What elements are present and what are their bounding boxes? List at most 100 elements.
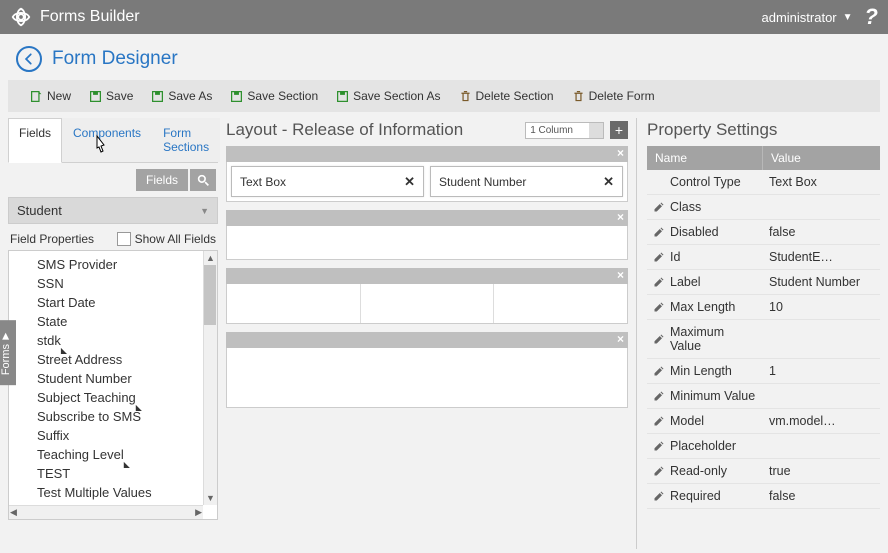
field-list-item[interactable]: Teaching Level bbox=[35, 445, 217, 464]
show-all-fields-checkbox[interactable]: Show All Fields bbox=[117, 232, 216, 246]
field-list-item[interactable]: Suffix bbox=[35, 426, 217, 445]
field-list-item[interactable]: Street Address bbox=[35, 350, 217, 369]
property-row[interactable]: Max Length10 bbox=[647, 295, 880, 320]
layout-header: Layout - Release of Information 1 Column… bbox=[226, 118, 628, 146]
field-list-item[interactable]: TEST bbox=[35, 464, 217, 483]
layout-canvas: Layout - Release of Information 1 Column… bbox=[226, 118, 628, 549]
horizontal-scrollbar[interactable]: ◀ ▶ bbox=[9, 505, 203, 519]
edit-icon bbox=[653, 251, 665, 263]
edit-icon bbox=[653, 490, 665, 502]
close-icon[interactable]: × bbox=[617, 268, 624, 282]
property-row[interactable]: IdStudentE… bbox=[647, 245, 880, 270]
edit-icon bbox=[653, 226, 665, 238]
edit-icon bbox=[653, 465, 665, 477]
field-list: SMS ProviderSSNStart DateStatestdkStreet… bbox=[8, 250, 218, 520]
user-menu[interactable]: administrator ▼ bbox=[762, 10, 853, 25]
property-row[interactable]: Read-onlytrue bbox=[647, 459, 880, 484]
close-icon[interactable]: × bbox=[617, 210, 624, 224]
forms-side-tab[interactable]: Forms ▶ bbox=[0, 320, 16, 385]
back-button[interactable] bbox=[16, 46, 42, 72]
checkbox-icon bbox=[117, 232, 131, 246]
chevron-down-icon: ▼ bbox=[200, 206, 209, 216]
panel-tabs: Fields Components Form Sections bbox=[8, 118, 218, 163]
edit-icon bbox=[653, 365, 665, 377]
property-row[interactable]: Minimum Value bbox=[647, 384, 880, 409]
scroll-down-icon[interactable]: ▼ bbox=[204, 491, 217, 505]
property-row[interactable]: Requiredfalse bbox=[647, 484, 880, 509]
field-box-student-number[interactable]: Student Number ✕ bbox=[430, 166, 623, 197]
scroll-left-icon[interactable]: ◀ bbox=[10, 507, 17, 518]
arrow-left-icon bbox=[22, 52, 36, 66]
scroll-right-icon[interactable]: ▶ bbox=[195, 507, 202, 518]
tab-fields[interactable]: Fields bbox=[8, 118, 62, 163]
remove-field-icon[interactable]: ✕ bbox=[603, 174, 614, 190]
property-row[interactable]: Class bbox=[647, 195, 880, 220]
save-as-button[interactable]: Save As bbox=[143, 84, 220, 108]
property-row[interactable]: Min Length1 bbox=[647, 359, 880, 384]
scroll-up-icon[interactable]: ▲ bbox=[204, 251, 217, 265]
help-icon[interactable]: ? bbox=[865, 4, 878, 30]
edit-icon bbox=[653, 276, 665, 288]
remove-field-icon[interactable]: ✕ bbox=[404, 174, 415, 190]
app-title: Forms Builder bbox=[40, 8, 762, 26]
columns-select[interactable]: 1 Column bbox=[525, 122, 590, 139]
edit-icon bbox=[653, 301, 665, 313]
field-properties-header: Field Properties Show All Fields bbox=[8, 224, 218, 250]
scroll-thumb[interactable] bbox=[204, 265, 216, 325]
field-list-item[interactable]: Test Multiple Values bbox=[35, 483, 217, 502]
close-icon[interactable]: × bbox=[617, 332, 624, 346]
app-topbar: Forms Builder administrator ▼ ? bbox=[0, 0, 888, 34]
new-button[interactable]: New bbox=[22, 84, 79, 108]
chevron-right-icon: ▶ bbox=[1, 330, 11, 340]
field-list-item[interactable]: SMS Provider bbox=[35, 255, 217, 274]
new-icon bbox=[30, 90, 43, 103]
field-list-item[interactable]: Subject Teaching bbox=[35, 388, 217, 407]
layout-section[interactable]: × Text Box ✕ Student Number ✕ bbox=[226, 146, 628, 202]
save-section-button[interactable]: Save Section bbox=[222, 84, 326, 108]
field-list-item[interactable]: State bbox=[35, 312, 217, 331]
delete-form-button[interactable]: Delete Form bbox=[564, 84, 663, 108]
property-panel-title: Property Settings bbox=[647, 118, 880, 146]
layout-title: Layout - Release of Information bbox=[226, 120, 463, 140]
page-header: Form Designer bbox=[0, 34, 888, 80]
add-section-button[interactable]: + bbox=[610, 121, 628, 139]
tab-form-sections[interactable]: Form Sections bbox=[152, 118, 220, 162]
vertical-scrollbar[interactable]: ▲ ▼ bbox=[203, 251, 217, 505]
caret-down-icon: ▼ bbox=[843, 12, 853, 23]
field-list-item[interactable]: stdk bbox=[35, 331, 217, 350]
edit-icon bbox=[653, 390, 665, 402]
trash-icon bbox=[459, 90, 472, 103]
layout-section[interactable]: × bbox=[226, 210, 628, 260]
entity-select[interactable]: Student ▼ bbox=[8, 197, 218, 224]
layout-section[interactable]: × bbox=[226, 268, 628, 324]
save-section-icon bbox=[230, 90, 243, 103]
main-area: Fields Components Form Sections Fields S… bbox=[0, 112, 888, 549]
search-mode-label[interactable]: Fields bbox=[136, 169, 188, 191]
save-button[interactable]: Save bbox=[81, 84, 141, 108]
save-section-as-icon bbox=[336, 90, 349, 103]
left-panel: Fields Components Form Sections Fields S… bbox=[8, 118, 218, 549]
property-row[interactable]: Modelvm.model… bbox=[647, 409, 880, 434]
delete-section-button[interactable]: Delete Section bbox=[451, 84, 562, 108]
edit-icon bbox=[653, 201, 665, 213]
app-logo-icon bbox=[10, 6, 32, 28]
search-icon bbox=[197, 174, 210, 187]
close-icon[interactable]: × bbox=[617, 146, 624, 160]
tab-components[interactable]: Components bbox=[62, 118, 152, 162]
property-row[interactable]: Placeholder bbox=[647, 434, 880, 459]
field-list-item[interactable]: Student Number bbox=[35, 369, 217, 388]
search-button[interactable] bbox=[190, 169, 216, 191]
field-list-item[interactable]: Subscribe to SMS bbox=[35, 407, 217, 426]
field-box-textbox[interactable]: Text Box ✕ bbox=[231, 166, 424, 197]
field-list-item[interactable]: Start Date bbox=[35, 293, 217, 312]
property-row: Control TypeText Box bbox=[647, 170, 880, 195]
property-row[interactable]: LabelStudent Number bbox=[647, 270, 880, 295]
property-row[interactable]: Maximum Value bbox=[647, 320, 880, 359]
property-row[interactable]: Disabledfalse bbox=[647, 220, 880, 245]
field-list-item[interactable]: SSN bbox=[35, 274, 217, 293]
edit-icon bbox=[653, 440, 665, 452]
field-properties-heading: Field Properties bbox=[10, 232, 94, 246]
save-section-as-button[interactable]: Save Section As bbox=[328, 84, 448, 108]
user-name: administrator bbox=[762, 10, 837, 25]
layout-section[interactable]: × bbox=[226, 332, 628, 408]
